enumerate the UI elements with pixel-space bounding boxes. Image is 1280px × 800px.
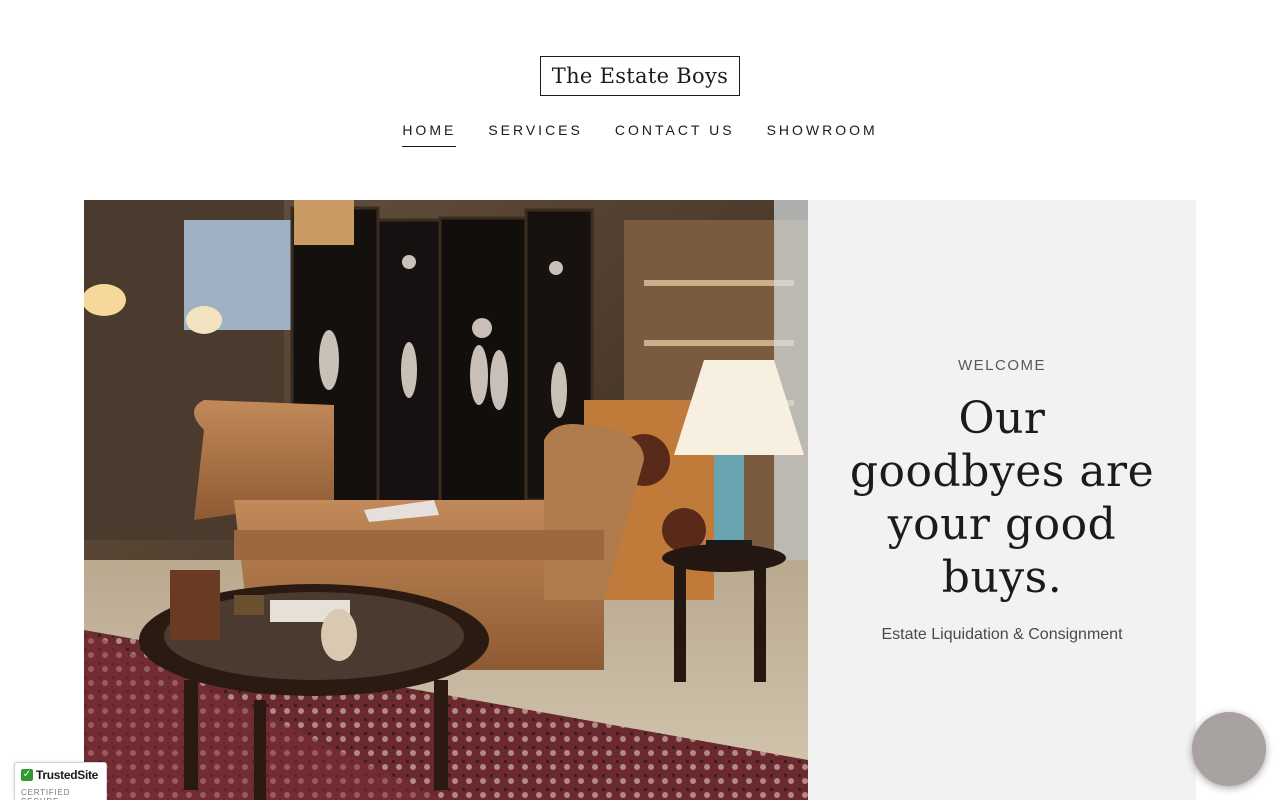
hero-panel: WELCOME Our goodbyes are your good buys.… — [808, 200, 1196, 800]
trustedsite-badge[interactable]: ✓ TrustedSite CERTIFIED SECURE — [14, 762, 107, 800]
hero-section: WELCOME Our goodbyes are your good buys.… — [84, 200, 1196, 800]
badge-name: TrustedSite — [36, 768, 99, 782]
nav-item-home[interactable]: HOME — [402, 122, 457, 147]
hero-tagline: Estate Liquidation & Consignment — [881, 625, 1123, 643]
nav-item-services[interactable]: SERVICES — [488, 122, 583, 147]
hero-headline: Our goodbyes are your good buys. — [849, 392, 1155, 603]
hero-image — [84, 200, 808, 800]
main-nav: HOME SERVICES CONTACT US SHOWROOM — [0, 122, 1280, 147]
chat-bubble-icon[interactable] — [1192, 712, 1266, 786]
nav-item-showroom[interactable]: SHOWROOM — [767, 122, 878, 147]
check-icon: ✓ — [21, 769, 33, 781]
site-logo[interactable]: The Estate Boys — [540, 56, 740, 96]
showroom-photo — [84, 200, 808, 800]
nav-item-contact-us[interactable]: CONTACT US — [615, 122, 735, 147]
hero-eyebrow: WELCOME — [957, 356, 1046, 374]
badge-subtitle: CERTIFIED SECURE — [21, 788, 71, 800]
